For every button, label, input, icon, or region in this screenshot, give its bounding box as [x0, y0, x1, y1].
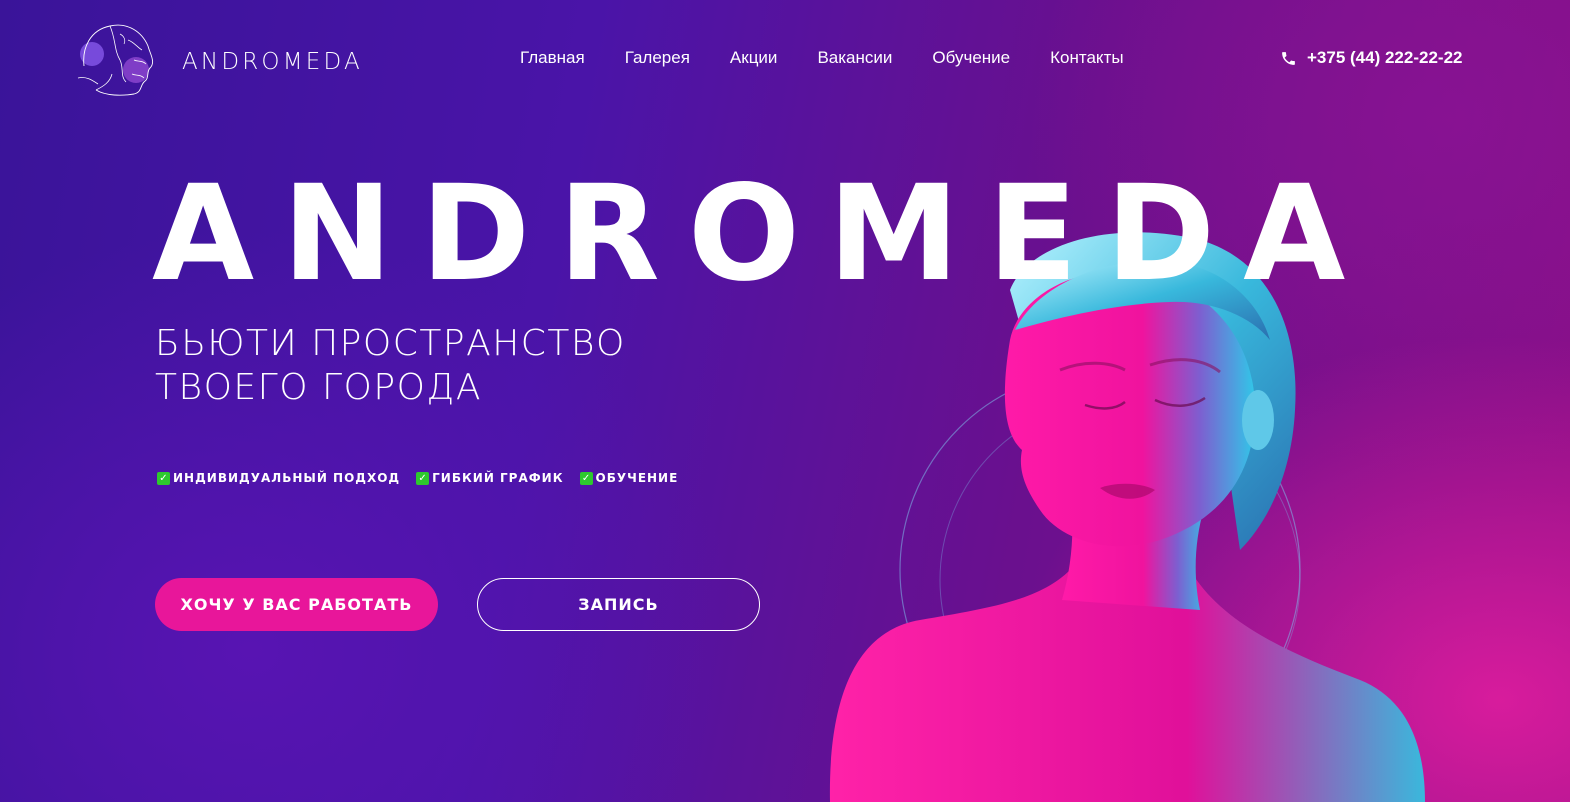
phone-number: +375 (44) 222-22-22	[1307, 48, 1463, 67]
feature-label: ГИБКИЙ ГРАФИК	[432, 471, 564, 485]
hero-title: ANDROMEDA	[152, 157, 1374, 311]
nav-item-training[interactable]: Обучение	[932, 48, 1010, 68]
site-header: ANDROMEDA Главная Галерея Акции Вакансии…	[0, 0, 1570, 118]
check-icon: ✓	[416, 471, 430, 485]
nav-item-contacts[interactable]: Контакты	[1050, 48, 1123, 68]
logo-text: ANDROMEDA	[182, 49, 363, 75]
feature-label: ОБУЧЕНИЕ	[595, 471, 679, 485]
nav-item-gallery[interactable]: Галерея	[625, 48, 690, 68]
phone-icon	[1282, 51, 1295, 65]
feature-label: ИНДИВИДУАЛЬНЫЙ ПОДХОД	[173, 471, 401, 485]
face-line-art-icon	[77, 24, 153, 96]
nav-item-home[interactable]: Главная	[520, 48, 585, 68]
check-icon: ✓	[579, 471, 593, 485]
check-icon: ✓	[157, 471, 170, 485]
phone-link[interactable]: +375 (44) 222-22-22	[1280, 48, 1462, 68]
hero-subtitle: БЬЮТИ ПРОСТРАНСТВО ТВОЕГО ГОРОДА	[155, 322, 626, 410]
feature-item: ✓ ГИБКИЙ ГРАФИК	[416, 471, 563, 485]
subtitle-line-2: ТВОЕГО ГОРОДА	[155, 367, 482, 408]
feature-item: ✓ ИНДИВИДУАЛЬНЫЙ ПОДХОД	[157, 471, 400, 485]
nav-item-vacancies[interactable]: Вакансии	[817, 48, 892, 68]
booking-button[interactable]: ЗАПИСЬ	[477, 578, 760, 631]
subtitle-line-1: БЬЮТИ ПРОСТРАНСТВО	[155, 323, 626, 364]
want-to-work-button[interactable]: ХОЧУ У ВАС РАБОТАТЬ	[155, 578, 438, 631]
feature-item: ✓ ОБУЧЕНИЕ	[579, 471, 679, 485]
logo[interactable]: ANDROMEDA	[76, 20, 386, 100]
nav-item-promotions[interactable]: Акции	[730, 48, 778, 68]
main-nav: Главная Галерея Акции Вакансии Обучение …	[520, 48, 1124, 68]
features-list: ✓ ИНДИВИДУАЛЬНЫЙ ПОДХОД ✓ ГИБКИЙ ГРАФИК …	[157, 471, 694, 485]
